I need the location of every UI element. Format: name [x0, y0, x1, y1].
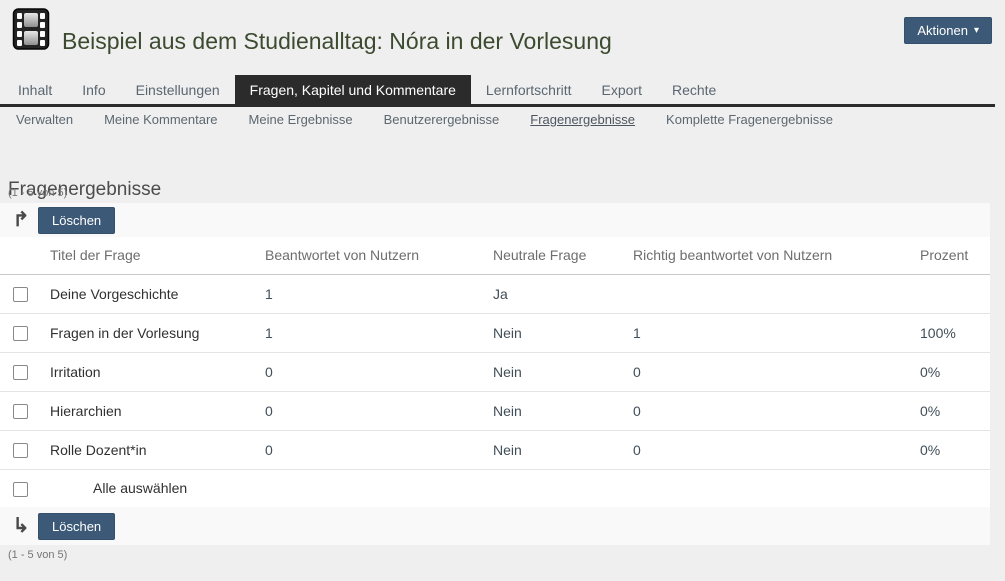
- cell-percent: 0%: [920, 430, 990, 469]
- cell-answered: 0: [265, 430, 493, 469]
- subtab-komplette-fragenergebnisse[interactable]: Komplette Fragenergebnisse: [666, 112, 833, 127]
- cell-correct: 1: [633, 313, 920, 352]
- subtab-meine-kommentare[interactable]: Meine Kommentare: [104, 112, 217, 127]
- row-checkbox[interactable]: [13, 326, 28, 341]
- tab-info[interactable]: Info: [67, 75, 120, 104]
- header-checkbox-spacer: [0, 237, 50, 274]
- cell-correct: 0: [633, 430, 920, 469]
- cell-title: Rolle Dozent*in: [50, 430, 265, 469]
- subtab-fragenergebnisse[interactable]: Fragenergebnisse: [530, 112, 635, 127]
- cell-correct: [633, 274, 920, 313]
- page-header: Beispiel aus dem Studienalltag: Nóra in …: [0, 0, 1005, 75]
- select-all-row: Alle auswählen: [0, 469, 990, 507]
- media-cast-icon: [12, 7, 50, 51]
- tab-lernfortschritt[interactable]: Lernfortschritt: [471, 75, 587, 104]
- table-row: Rolle Dozent*in 0 Nein 0 0%: [0, 430, 990, 469]
- row-checkbox[interactable]: [13, 287, 28, 302]
- caret-down-icon: ▾: [974, 26, 979, 36]
- tab-einstellungen[interactable]: Einstellungen: [121, 75, 235, 104]
- subtab-benutzerergebnisse[interactable]: Benutzerergebnisse: [384, 112, 500, 127]
- arrow-down-right-icon: ↳: [8, 516, 34, 536]
- tab-export[interactable]: Export: [587, 75, 657, 104]
- table-row: Deine Vorgeschichte 1 Ja: [0, 274, 990, 313]
- column-header-title: Titel der Frage: [50, 237, 265, 274]
- column-header-neutral: Neutrale Frage: [493, 237, 633, 274]
- select-all-label: Alle auswählen: [50, 469, 990, 507]
- cell-answered: 1: [265, 274, 493, 313]
- subtab-verwalten[interactable]: Verwalten: [16, 112, 73, 127]
- cell-neutral: Ja: [493, 274, 633, 313]
- cell-percent: 100%: [920, 313, 990, 352]
- delete-button-top[interactable]: Löschen: [38, 207, 115, 234]
- cell-answered: 0: [265, 352, 493, 391]
- subtab-meine-ergebnisse[interactable]: Meine Ergebnisse: [249, 112, 353, 127]
- cell-title: Irritation: [50, 352, 265, 391]
- actions-button[interactable]: Aktionen ▾: [904, 17, 992, 44]
- result-range-bottom: (1 - 5 von 5): [8, 549, 67, 561]
- row-checkbox[interactable]: [13, 404, 28, 419]
- cell-neutral: Nein: [493, 313, 633, 352]
- cell-correct: 0: [633, 391, 920, 430]
- tab-inhalt[interactable]: Inhalt: [0, 75, 67, 104]
- cell-answered: 0: [265, 391, 493, 430]
- cell-title: Hierarchien: [50, 391, 265, 430]
- row-checkbox[interactable]: [13, 365, 28, 380]
- column-header-correct: Richtig beantwortet von Nutzern: [633, 237, 920, 274]
- sub-tab-bar: Verwalten Meine Kommentare Meine Ergebni…: [0, 112, 1005, 127]
- tab-fragen-kapitel-kommentare[interactable]: Fragen, Kapitel und Kommentare: [235, 75, 471, 104]
- row-checkbox[interactable]: [13, 443, 28, 458]
- tab-rechte[interactable]: Rechte: [657, 75, 731, 104]
- page-title: Beispiel aus dem Studienalltag: Nóra in …: [62, 28, 612, 55]
- result-range-top: (1 - 5 von 5): [8, 187, 67, 199]
- cell-title: Deine Vorgeschichte: [50, 274, 265, 313]
- cell-answered: 1: [265, 313, 493, 352]
- table-toolbar-bottom: ↳ Löschen: [0, 507, 990, 545]
- cell-percent: 0%: [920, 352, 990, 391]
- question-results-table: Titel der Frage Beantwortet von Nutzern …: [0, 237, 990, 507]
- cell-title: Fragen in der Vorlesung: [50, 313, 265, 352]
- cell-neutral: Nein: [493, 430, 633, 469]
- cell-neutral: Nein: [493, 352, 633, 391]
- table-header-row: Titel der Frage Beantwortet von Nutzern …: [0, 237, 990, 274]
- cell-percent: [920, 274, 990, 313]
- column-header-percent: Prozent: [920, 237, 990, 274]
- cell-correct: 0: [633, 352, 920, 391]
- delete-button-bottom[interactable]: Löschen: [38, 513, 115, 540]
- table-row: Hierarchien 0 Nein 0 0%: [0, 391, 990, 430]
- main-tab-bar: Inhalt Info Einstellungen Fragen, Kapite…: [0, 75, 995, 107]
- cell-percent: 0%: [920, 391, 990, 430]
- select-all-checkbox[interactable]: [13, 482, 28, 497]
- cell-neutral: Nein: [493, 391, 633, 430]
- arrow-up-right-icon: ↱: [8, 210, 34, 230]
- actions-button-label: Aktionen: [917, 23, 968, 38]
- table-row: Irritation 0 Nein 0 0%: [0, 352, 990, 391]
- table-row: Fragen in der Vorlesung 1 Nein 1 100%: [0, 313, 990, 352]
- table-toolbar-top: ↱ Löschen: [0, 203, 990, 237]
- column-header-answered: Beantwortet von Nutzern: [265, 237, 493, 274]
